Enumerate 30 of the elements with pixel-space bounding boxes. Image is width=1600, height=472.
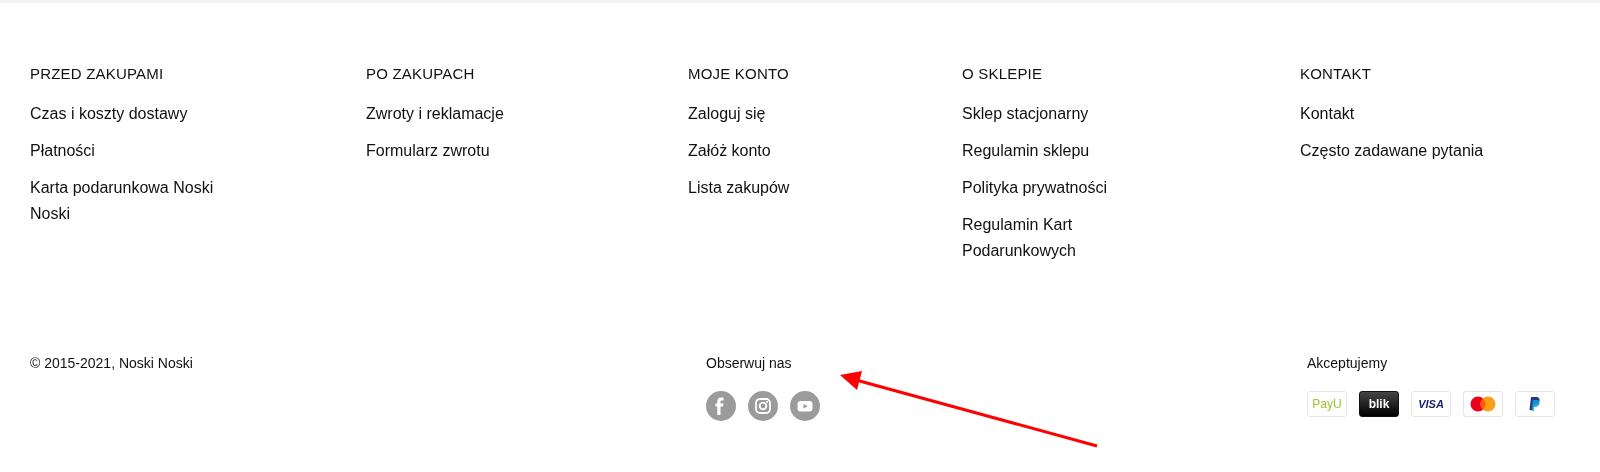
footer-link[interactable]: Czas i koszty dostawy bbox=[30, 101, 230, 127]
paypal-logo bbox=[1515, 391, 1555, 417]
follow-us-label: Obserwuj nas bbox=[706, 354, 792, 373]
footer-link[interactable]: Zaloguj się bbox=[688, 101, 888, 127]
copyright-text: © 2015-2021, Noski Noski bbox=[30, 354, 194, 373]
footer-link[interactable]: Regulamin sklepu bbox=[962, 138, 1162, 164]
column-heading: O SKLEPIE bbox=[962, 65, 1044, 83]
facebook-icon[interactable] bbox=[706, 391, 736, 421]
footer-link[interactable]: Polityka prywatności bbox=[962, 175, 1162, 201]
column-heading: PRZED ZAKUPAMI bbox=[30, 65, 165, 83]
column-heading: KONTAKT bbox=[1300, 65, 1373, 83]
payments-label: Akceptujemy bbox=[1307, 354, 1388, 373]
footer-link[interactable]: Często zadawane pytania bbox=[1300, 138, 1500, 164]
footer-link[interactable]: Karta podarunkowa Noski Noski bbox=[30, 175, 230, 227]
footer-link[interactable]: Regulamin Kart Podarunkowych bbox=[962, 212, 1162, 264]
blik-logo: blik bbox=[1359, 391, 1399, 417]
column-heading: MOJE KONTO bbox=[688, 65, 790, 83]
footer-link[interactable]: Zwroty i reklamacje bbox=[366, 101, 566, 127]
footer-link[interactable]: Sklep stacjonarny bbox=[962, 101, 1162, 127]
footer-link[interactable]: Formularz zwrotu bbox=[366, 138, 566, 164]
footer-link[interactable]: Lista zakupów bbox=[688, 175, 888, 201]
footer-link[interactable]: Kontakt bbox=[1300, 101, 1500, 127]
youtube-icon[interactable] bbox=[790, 391, 820, 421]
footer-link[interactable]: Płatności bbox=[30, 138, 230, 164]
visa-logo: VISA bbox=[1411, 391, 1451, 417]
column-heading: PO ZAKUPACH bbox=[366, 65, 476, 83]
footer-link[interactable]: Załóż konto bbox=[688, 138, 888, 164]
instagram-icon[interactable] bbox=[748, 391, 778, 421]
payu-logo: PayU bbox=[1307, 391, 1347, 417]
mastercard-logo bbox=[1463, 391, 1503, 417]
